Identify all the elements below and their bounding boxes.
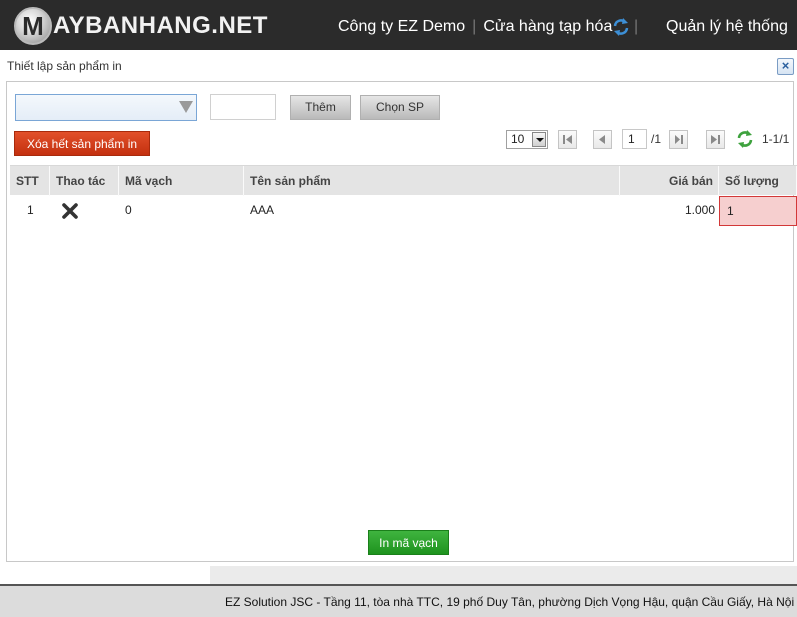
delete-icon[interactable] bbox=[62, 203, 78, 219]
strip-left bbox=[0, 566, 210, 584]
cell-price: 1.000 bbox=[684, 203, 715, 217]
last-page-icon[interactable] bbox=[706, 130, 725, 149]
bottom-strip bbox=[0, 566, 797, 584]
chevron-down-icon[interactable] bbox=[532, 132, 546, 147]
nav-separator: | bbox=[634, 18, 639, 35]
refresh-icon[interactable] bbox=[736, 130, 754, 148]
add-button[interactable]: Thêm bbox=[290, 95, 351, 120]
clear-all-button[interactable]: Xóa hết sản phẩm in bbox=[14, 131, 150, 156]
table-header: STT Thao tác Mã vạch Tên sản phẩm Giá bá… bbox=[10, 165, 797, 196]
col-quantity[interactable]: Số lượng bbox=[719, 166, 797, 196]
footer-text: EZ Solution JSC - Tầng 11, tòa nhà TTC, … bbox=[225, 595, 795, 609]
logo-text: AYBANHANG.NET bbox=[53, 12, 268, 39]
logo-mark: M bbox=[14, 7, 52, 45]
col-actions[interactable]: Thao tác bbox=[50, 166, 119, 196]
table-row: 1 0 AAA 1.000 bbox=[10, 195, 797, 226]
col-price[interactable]: Giá bán bbox=[620, 166, 719, 196]
store-link[interactable]: Cửa hàng tạp hóa bbox=[483, 18, 612, 36]
page-size-select[interactable]: 10 bbox=[506, 130, 548, 149]
nav-separator: | bbox=[472, 18, 477, 35]
choose-product-button[interactable]: Chọn SP bbox=[360, 95, 440, 120]
quantity-cell-input[interactable]: 1 bbox=[719, 196, 797, 226]
col-stt[interactable]: STT bbox=[10, 166, 50, 196]
close-icon[interactable]: × bbox=[777, 58, 794, 75]
app-logo[interactable]: M AYBANHANG.NET bbox=[14, 7, 268, 45]
footer: EZ Solution JSC - Tầng 11, tòa nhà TTC, … bbox=[0, 584, 797, 617]
cell-barcode: 0 bbox=[125, 203, 132, 217]
top-bar: M AYBANHANG.NET Công ty EZ Demo | Cửa hà… bbox=[0, 0, 797, 50]
total-pages: /1 bbox=[651, 132, 662, 146]
col-product-name[interactable]: Tên sản phẩm bbox=[244, 166, 620, 196]
admin-link[interactable]: Quản lý hệ thống bbox=[666, 18, 788, 36]
dialog-title: Thiết lập sản phẩm in bbox=[7, 59, 122, 73]
cell-stt: 1 bbox=[27, 203, 34, 217]
strip-right bbox=[210, 566, 797, 584]
cell-product-name: AAA bbox=[250, 203, 275, 217]
page-size-value: 10 bbox=[511, 132, 525, 146]
page-input[interactable]: 1 bbox=[622, 129, 647, 149]
record-range: 1-1/1 bbox=[762, 132, 790, 146]
col-barcode[interactable]: Mã vạch bbox=[119, 166, 244, 196]
next-page-icon[interactable] bbox=[669, 130, 688, 149]
quantity-input[interactable] bbox=[210, 94, 276, 120]
sync-icon[interactable] bbox=[611, 17, 631, 37]
prev-page-icon[interactable] bbox=[593, 130, 612, 149]
first-page-icon[interactable] bbox=[558, 130, 577, 149]
chevron-down-icon[interactable] bbox=[179, 101, 193, 113]
print-barcode-button[interactable]: In mã vạch bbox=[368, 530, 449, 555]
company-link[interactable]: Công ty EZ Demo bbox=[338, 18, 465, 36]
product-combobox[interactable] bbox=[15, 94, 197, 121]
top-nav: Công ty EZ Demo | Cửa hàng tạp hóa | Quả… bbox=[338, 18, 788, 36]
